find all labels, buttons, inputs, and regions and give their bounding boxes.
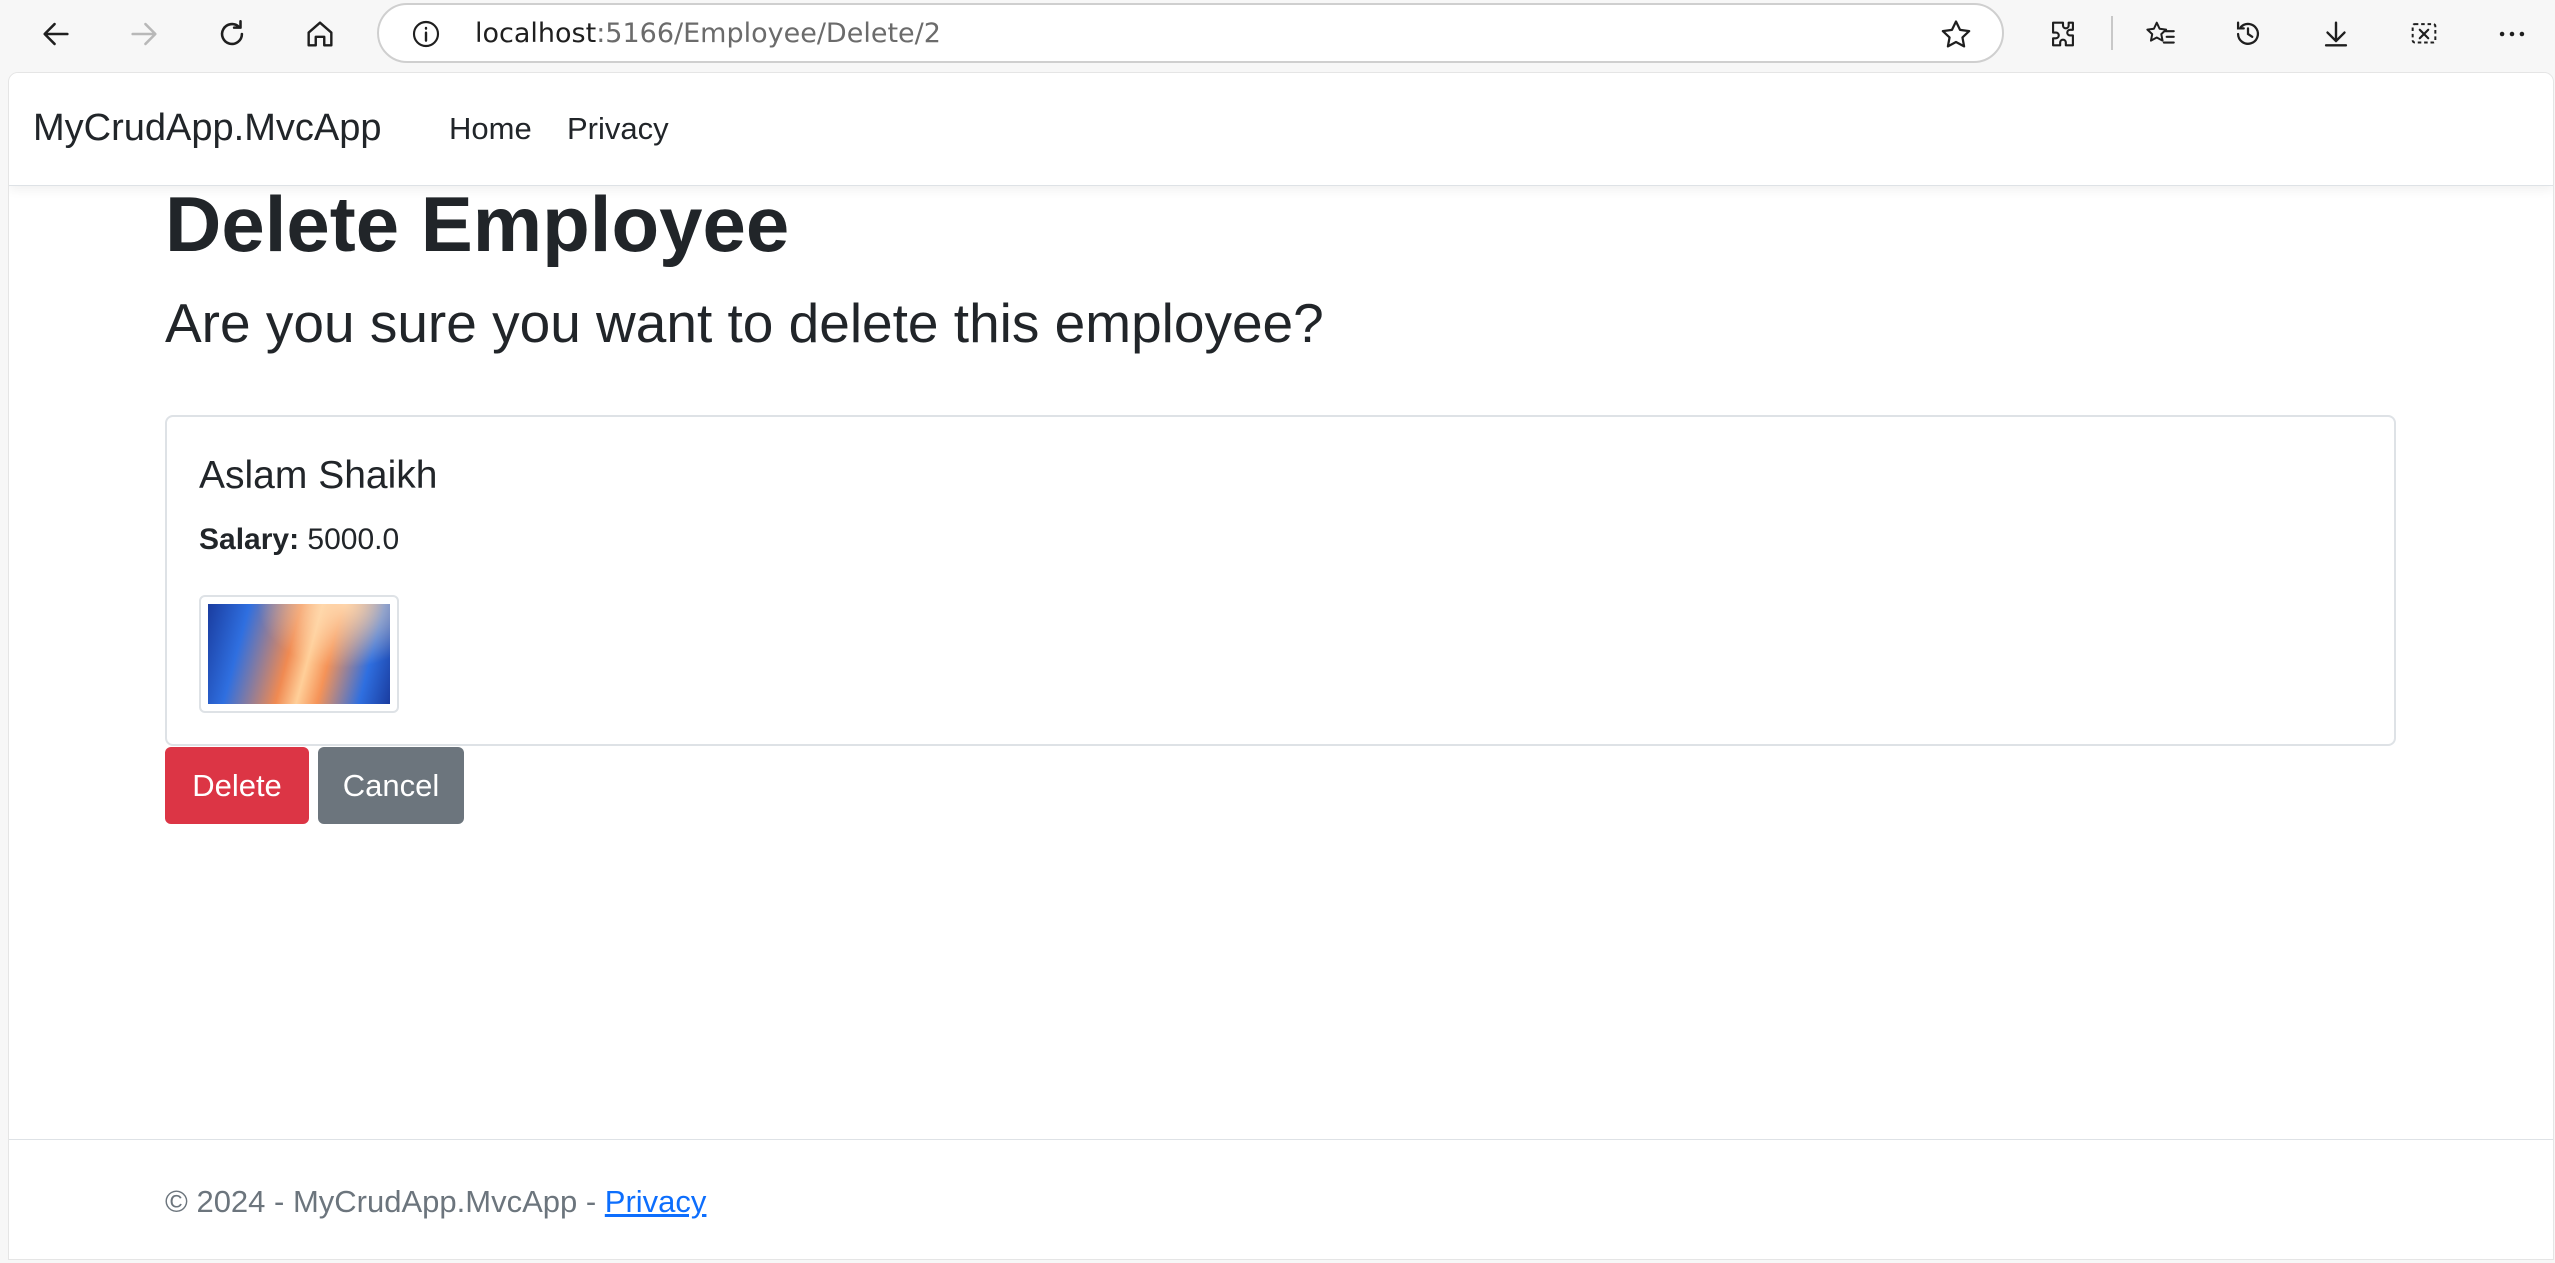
employee-card: Aslam Shaikh Salary: 5000.0: [165, 415, 2396, 746]
info-icon[interactable]: [410, 18, 442, 50]
toolbar-separator: [2111, 16, 2113, 50]
salary-label: Salary:: [199, 523, 300, 556]
salary-value: 5000.0: [307, 523, 400, 556]
extensions-icon: [2052, 21, 2074, 47]
extensions-button[interactable]: [2039, 10, 2087, 58]
downloads-button[interactable]: [2312, 10, 2360, 58]
favorites-list-icon: [2146, 21, 2175, 44]
forward-arrow-icon: [131, 22, 157, 46]
address-bar[interactable]: localhost:5166/Employee/Delete/2: [377, 3, 2004, 63]
footer-copyright: © 2024 - MyCrudApp.MvcApp -: [165, 1184, 605, 1219]
url-text[interactable]: localhost:5166/Employee/Delete/2: [475, 18, 941, 49]
favorite-star-icon[interactable]: [1938, 17, 1974, 53]
employee-photo: [208, 604, 390, 704]
page-title: Delete Employee: [165, 180, 790, 268]
url-host: localhost: [475, 18, 597, 49]
screenshot-button[interactable]: [2400, 10, 2448, 58]
page-viewport: MyCrudApp.MvcApp Home Privacy Delete Emp…: [8, 72, 2554, 1260]
nav-link-privacy[interactable]: Privacy: [567, 111, 669, 147]
refresh-icon: [220, 19, 244, 46]
employee-name: Aslam Shaikh: [199, 454, 438, 497]
footer-privacy-link[interactable]: Privacy: [605, 1184, 707, 1219]
browser-toolbar: localhost:5166/Employee/Delete/2: [0, 0, 2555, 68]
nav-link-home[interactable]: Home: [449, 111, 532, 147]
confirm-question: Are you sure you want to delete this emp…: [165, 292, 1324, 354]
cancel-button[interactable]: Cancel: [318, 747, 464, 824]
history-icon: [2236, 21, 2260, 45]
more-dots-icon: [2499, 31, 2525, 37]
forward-button[interactable]: [118, 8, 170, 60]
footer-text: © 2024 - MyCrudApp.MvcApp - Privacy: [165, 1184, 706, 1220]
screenshot-icon: [2411, 23, 2437, 44]
navbar-brand[interactable]: MyCrudApp.MvcApp: [33, 107, 381, 150]
download-icon: [2324, 21, 2348, 47]
home-button[interactable]: [294, 8, 346, 60]
more-menu-button[interactable]: [2488, 10, 2536, 58]
employee-salary: Salary: 5000.0: [199, 523, 399, 557]
back-button[interactable]: [30, 8, 82, 60]
back-arrow-icon: [43, 22, 69, 46]
site-footer: © 2024 - MyCrudApp.MvcApp - Privacy: [9, 1139, 2553, 1259]
site-navbar: MyCrudApp.MvcApp Home Privacy: [9, 73, 2553, 186]
employee-photo-thumbnail: [199, 595, 399, 713]
refresh-button[interactable]: [206, 8, 258, 60]
delete-button[interactable]: Delete: [165, 747, 309, 824]
history-button[interactable]: [2224, 10, 2272, 58]
favorites-button[interactable]: [2137, 10, 2185, 58]
url-path: :5166/Employee/Delete/2: [596, 18, 941, 49]
home-icon: [307, 21, 333, 47]
